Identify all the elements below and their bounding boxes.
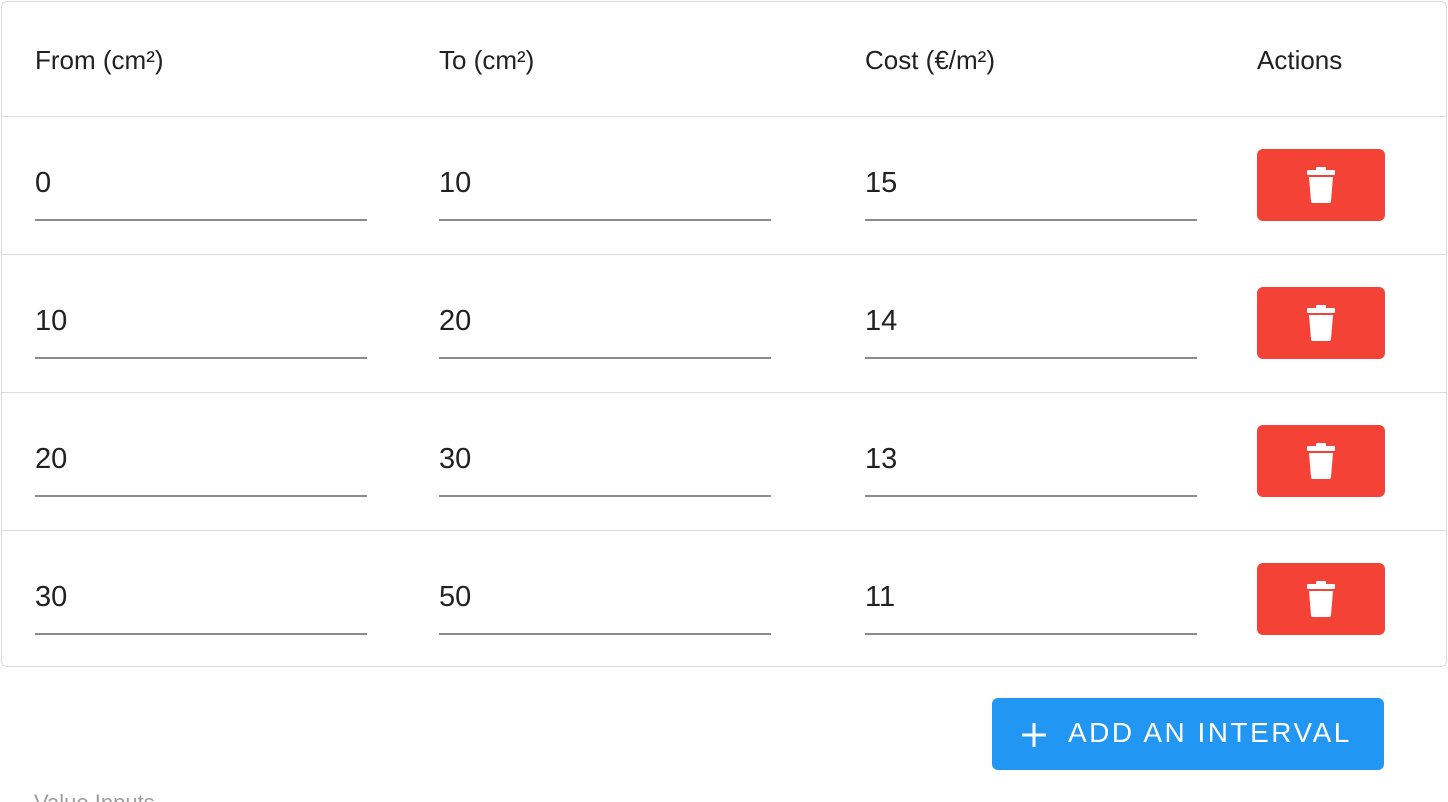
to-input[interactable] (439, 301, 771, 341)
intervals-table: From (cm²) To (cm²) Cost (€/m²) Actions (1, 1, 1447, 667)
trash-icon (1307, 581, 1335, 617)
add-interval-label: ADD AN INTERVAL (1068, 717, 1352, 748)
cost-input[interactable] (865, 301, 1197, 341)
to-input[interactable] (439, 577, 771, 617)
from-input[interactable] (35, 577, 367, 617)
header-cost: Cost (€/m²) (865, 45, 995, 75)
cost-field (865, 563, 1197, 635)
add-interval-button[interactable]: ADD AN INTERVAL (992, 698, 1384, 770)
from-field (35, 563, 367, 635)
table-row (2, 255, 1446, 393)
plus-icon (1022, 723, 1046, 747)
table-row (2, 393, 1446, 531)
from-input[interactable] (35, 163, 367, 203)
table-row (2, 531, 1446, 666)
from-input[interactable] (35, 439, 367, 479)
table-header: From (cm²) To (cm²) Cost (€/m²) Actions (2, 2, 1446, 117)
trash-icon (1307, 167, 1335, 203)
from-input[interactable] (35, 301, 367, 341)
table-row (2, 117, 1446, 255)
cost-field (865, 149, 1197, 221)
trash-icon (1307, 305, 1335, 341)
cost-field (865, 287, 1197, 359)
to-field (439, 287, 771, 359)
cost-field (865, 425, 1197, 497)
to-input[interactable] (439, 439, 771, 479)
to-field (439, 149, 771, 221)
delete-row-button[interactable] (1257, 563, 1385, 635)
to-input[interactable] (439, 163, 771, 203)
from-field (35, 149, 367, 221)
header-to: To (cm²) (439, 45, 535, 75)
delete-row-button[interactable] (1257, 425, 1385, 497)
cost-input[interactable] (865, 439, 1197, 479)
header-from: From (cm²) (35, 45, 164, 75)
header-actions: Actions (1257, 45, 1343, 75)
to-field (439, 425, 771, 497)
page: From (cm²) To (cm²) Cost (€/m²) Actions (0, 0, 1448, 802)
from-field (35, 287, 367, 359)
delete-row-button[interactable] (1257, 149, 1385, 221)
cost-input[interactable] (865, 163, 1197, 203)
cost-input[interactable] (865, 577, 1197, 617)
footer-hint: Value Inputs (34, 790, 155, 802)
to-field (439, 563, 771, 635)
trash-icon (1307, 443, 1335, 479)
delete-row-button[interactable] (1257, 287, 1385, 359)
from-field (35, 425, 367, 497)
